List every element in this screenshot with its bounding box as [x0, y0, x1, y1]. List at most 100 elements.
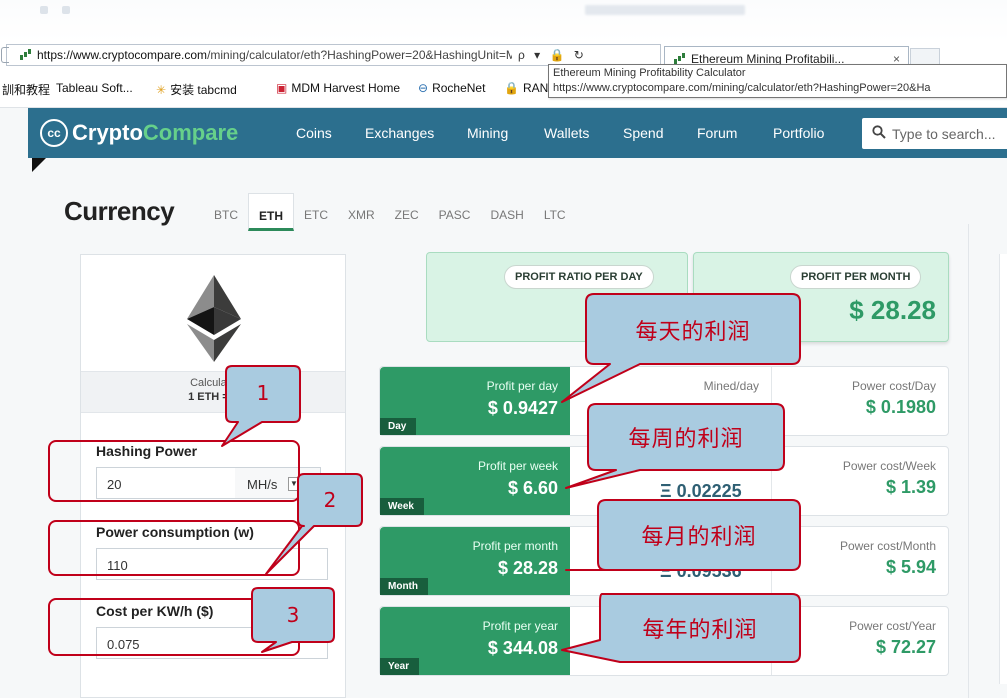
annotation-monthly-profit: 每月的利润: [641, 525, 757, 550]
power-year-value: $ 72.27: [875, 637, 936, 657]
profit-week-label: Profit per week: [477, 459, 558, 473]
period-row-week: Profit per week $ 6.60 Week Ξ 0.02225 Po…: [379, 446, 949, 516]
annotation-daily-profit: 每天的利润: [635, 320, 751, 345]
logo-text-accent: Compare: [142, 120, 239, 145]
currency-title: Currency: [64, 196, 175, 226]
favorite-label: Tableau Soft...: [56, 81, 133, 95]
tab-btc[interactable]: BTC: [204, 193, 248, 231]
power-week-value: $ 1.39: [885, 477, 936, 497]
mined-week-value: Ξ 0.02225: [660, 481, 742, 501]
tab-pasc[interactable]: PASC: [429, 193, 481, 231]
tab-eth[interactable]: ETH: [248, 193, 294, 231]
tab-dash[interactable]: DASH: [480, 193, 533, 231]
logo-text-prefix: Crypto: [72, 120, 143, 145]
screenshot-root: https://www.cryptocompare.com/mining/cal…: [0, 0, 1007, 698]
profit-month-label: PROFIT PER MONTH: [790, 265, 922, 289]
profit-month-row-value: $ 28.28: [497, 558, 558, 578]
favorite-item[interactable]: ▣ MDM Harvest Home: [276, 81, 400, 95]
annotation-number-1: 1: [256, 381, 270, 405]
nav-wallets[interactable]: Wallets: [544, 108, 589, 158]
favorite-item[interactable]: 🔒 RAN: [504, 81, 548, 95]
favorite-item[interactable]: 訓和教程: [2, 81, 50, 98]
profit-year-value: $ 344.08: [487, 638, 558, 658]
window-control-icon: [40, 6, 48, 14]
content-divider: [968, 224, 969, 698]
power-year-label: Power cost/Year: [849, 619, 936, 633]
favorite-item[interactable]: ✳ 安装 tabcmd: [156, 81, 237, 98]
nav-portfolio[interactable]: Portfolio: [773, 108, 824, 158]
lock-icon: 🔒: [504, 81, 519, 95]
coin-logo-area: [81, 255, 345, 371]
window-control-icon: [62, 6, 70, 14]
annotation-number-3: 3: [286, 603, 300, 627]
tooltip-title: Ethereum Mining Profitability Calculator: [553, 67, 746, 79]
tab-tooltip: Ethereum Mining Profitability Calculator…: [548, 64, 1007, 98]
right-side-panel-edge: [999, 254, 1007, 684]
profit-month-row-label: Profit per month: [472, 539, 558, 553]
nav-mining[interactable]: Mining: [467, 108, 508, 158]
profit-day-value: $ 0.9427: [487, 398, 558, 418]
site-search-input[interactable]: Type to search...: [862, 118, 1007, 149]
search-placeholder: Type to search...: [892, 125, 996, 142]
rochenet-icon: ⊖: [418, 81, 429, 95]
site-navbar: cc CryptoCompare Coins Exchanges Mining …: [28, 108, 1007, 158]
period-tag-year: Year: [380, 658, 420, 675]
profit-year-cell: Profit per year $ 344.08 Year: [380, 607, 570, 675]
profit-week-cell: Profit per week $ 6.60 Week: [380, 447, 570, 515]
favorite-item[interactable]: ⊖ RocheNet: [418, 81, 485, 95]
mined-month-value: Ξ 0.09536: [660, 561, 742, 581]
annotation-weekly-profit: 每周的利润: [628, 427, 744, 452]
period-tag-day: Day: [380, 418, 417, 435]
power-day-value: $ 0.1980: [865, 397, 936, 417]
mdm-icon: ▣: [276, 81, 288, 95]
profit-week-value: $ 6.60: [507, 478, 558, 498]
profit-month-cell: Profit per month $ 28.28 Month: [380, 527, 570, 595]
annotation-yearly-profit: 每年的利润: [642, 618, 758, 643]
profit-month-value: $ 28.28: [849, 295, 936, 325]
address-actions-icons[interactable]: ρ ▾ 🔒 ↻: [518, 48, 587, 62]
mined-week-cell: Ξ 0.02225: [570, 447, 772, 515]
profit-ratio-label: PROFIT RATIO PER DAY: [504, 265, 654, 289]
tab-xmr[interactable]: XMR: [338, 193, 385, 231]
logo-text: CryptoCompare: [72, 120, 238, 146]
ethereum-logo-icon: [187, 275, 241, 362]
nav-spend[interactable]: Spend: [623, 108, 663, 158]
favorite-item[interactable]: Tableau Soft...: [56, 81, 133, 95]
cryptocompare-logo[interactable]: cc CryptoCompare: [40, 119, 280, 147]
nav-forum[interactable]: Forum: [697, 108, 737, 158]
back-button-edge[interactable]: [1, 47, 9, 63]
tab-zec[interactable]: ZEC: [385, 193, 429, 231]
corner-marker: [32, 158, 46, 172]
tooltip-url: https://www.cryptocompare.com/mining/cal…: [553, 82, 931, 94]
favorite-label: 訓和教程: [2, 83, 51, 97]
cryptocompare-favicon: [19, 49, 33, 61]
power-day-label: Power cost/Day: [851, 379, 936, 393]
favorite-label: MDM Harvest Home: [291, 81, 401, 95]
favorite-label: RocheNet: [432, 81, 486, 95]
logo-coin-icon: cc: [40, 119, 68, 147]
profit-day-cell: Profit per day $ 0.9427 Day: [380, 367, 570, 435]
annotation-box-power: [48, 520, 300, 576]
calculate-info: Calculate 1 ETH = $: [81, 371, 345, 413]
power-month-value: $ 5.94: [885, 557, 936, 577]
tab-favicon-icon: [673, 53, 687, 65]
annotation-number-2: 2: [323, 488, 337, 512]
address-url[interactable]: https://www.cryptocompare.com/mining/cal…: [37, 48, 512, 62]
nav-coins[interactable]: Coins: [296, 108, 332, 158]
tab-etc[interactable]: ETC: [294, 193, 338, 231]
address-bar[interactable]: https://www.cryptocompare.com/mining/cal…: [1, 44, 661, 66]
nav-exchanges[interactable]: Exchanges: [365, 108, 434, 158]
period-tag-week: Week: [380, 498, 424, 515]
mined-day-label: Mined/day: [703, 379, 759, 393]
tab-ltc[interactable]: LTC: [534, 193, 576, 231]
profit-year-label: Profit per year: [482, 619, 558, 633]
favorite-label: 安装 tabcmd: [170, 83, 237, 97]
power-month-label: Power cost/Month: [839, 539, 936, 553]
annotation-box-hashing: [48, 440, 300, 502]
window-title-bar: [0, 0, 1007, 42]
profit-day-label: Profit per day: [486, 379, 558, 393]
calculate-label: Calculate: [190, 377, 236, 389]
favorite-label: RAN: [522, 81, 549, 95]
power-week-label: Power cost/Week: [842, 459, 936, 473]
search-icon: [872, 124, 886, 143]
